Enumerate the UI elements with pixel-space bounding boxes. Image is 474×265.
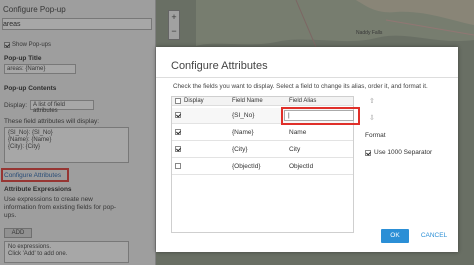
move-up-icon[interactable]: ⇧ xyxy=(369,97,375,105)
dialog-title: Configure Attributes xyxy=(171,60,268,72)
field-name-cell: {ObjectId} xyxy=(232,163,261,170)
display-checkbox[interactable] xyxy=(175,112,181,118)
configure-attributes-dialog: Configure Attributes Check the fields yo… xyxy=(156,47,458,252)
table-row[interactable]: {City} City xyxy=(172,142,353,158)
divider xyxy=(156,77,458,78)
select-all-checkbox[interactable] xyxy=(175,98,181,104)
display-checkbox[interactable] xyxy=(175,129,181,135)
ok-button[interactable]: OK xyxy=(381,229,409,243)
display-checkbox[interactable] xyxy=(175,163,181,169)
column-header: Display xyxy=(184,98,204,104)
separator-label: Use 1000 Separator xyxy=(374,149,433,156)
separator-checkbox-row[interactable]: Use 1000 Separator xyxy=(365,149,432,156)
column-header: Field Name xyxy=(232,98,263,104)
field-name-cell: {City} xyxy=(232,146,248,153)
table-row[interactable]: {ObjectId} ObjectId xyxy=(172,159,353,175)
field-alias-cell: City xyxy=(289,146,301,153)
dialog-description: Check the fields you want to display. Se… xyxy=(173,83,428,90)
display-checkbox[interactable] xyxy=(175,146,181,152)
field-alias-cell: ObjectId xyxy=(289,163,314,170)
highlight-box xyxy=(281,107,360,125)
column-header: Field Alias xyxy=(289,98,317,104)
cancel-button[interactable]: CANCEL xyxy=(415,229,453,243)
separator-checkbox[interactable] xyxy=(365,149,371,156)
table-header: Display Field Name Field Alias xyxy=(172,97,353,106)
table-row[interactable]: {Name} Name xyxy=(172,125,353,141)
field-name-cell: {Name} xyxy=(232,129,254,136)
format-heading: Format xyxy=(365,132,386,139)
field-alias-cell: Name xyxy=(289,129,307,136)
field-name-cell: {SI_No} xyxy=(232,112,255,119)
move-down-icon[interactable]: ⇩ xyxy=(369,114,375,122)
